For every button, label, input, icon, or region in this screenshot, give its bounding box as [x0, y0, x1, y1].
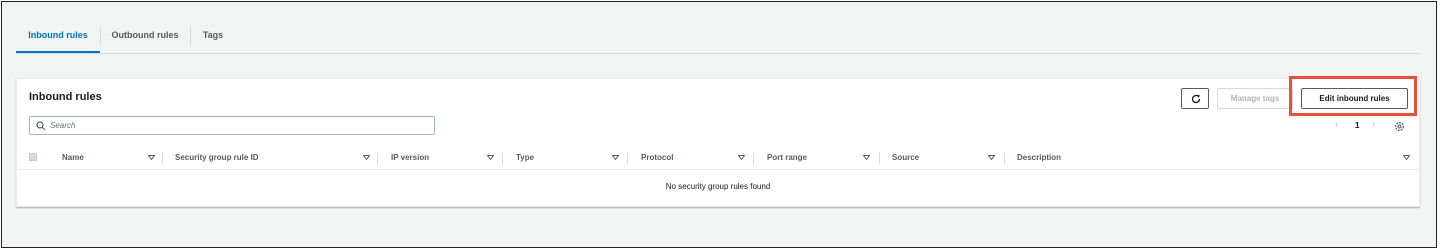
security-group-rules-view: Inbound rules Outbound rules Tags Inboun…: [1, 1, 1437, 248]
sort-icon[interactable]: [148, 155, 155, 160]
pagination-next-icon[interactable]: ›: [1372, 119, 1375, 130]
column-label: Name: [62, 153, 84, 162]
column-separator: [377, 152, 378, 164]
pagination-prev-icon[interactable]: ‹: [1335, 119, 1338, 130]
sort-icon[interactable]: [738, 155, 745, 160]
inbound-rules-panel: Inbound rules Manage tags Edit inbound r…: [16, 76, 1420, 207]
column-label: Source: [892, 153, 920, 162]
column-label: IP version: [391, 153, 430, 162]
sort-icon[interactable]: [1403, 155, 1410, 160]
column-header-protocol[interactable]: Protocol: [641, 147, 751, 169]
refresh-icon: [1191, 94, 1201, 104]
sort-icon[interactable]: [612, 155, 619, 160]
column-separator: [1004, 152, 1005, 164]
sort-icon[interactable]: [363, 155, 370, 160]
column-label: Type: [516, 153, 535, 162]
tab-bar: Inbound rules Outbound rules Tags: [16, 20, 1420, 54]
refresh-button[interactable]: [1181, 88, 1209, 109]
sort-icon[interactable]: [487, 155, 494, 160]
column-label: Description: [1017, 153, 1062, 162]
tab-tags[interactable]: Tags: [190, 20, 236, 53]
column-header-security-group-rule-id[interactable]: Security group rule ID: [175, 147, 375, 169]
column-separator: [162, 152, 163, 164]
table-header: Name Security group rule ID IP version T…: [17, 147, 1419, 170]
column-separator: [879, 152, 880, 164]
manage-tags-button[interactable]: Manage tags: [1217, 88, 1293, 109]
column-header-description[interactable]: Description: [1017, 147, 1412, 169]
sort-icon[interactable]: [863, 155, 870, 160]
tab-inbound-rules[interactable]: Inbound rules: [16, 20, 100, 53]
sort-icon[interactable]: [988, 155, 995, 160]
tab-outbound-rules[interactable]: Outbound rules: [100, 20, 190, 53]
search-box[interactable]: [29, 116, 435, 135]
select-all-checkbox[interactable]: [29, 153, 37, 161]
edit-inbound-rules-button[interactable]: Edit inbound rules: [1301, 88, 1408, 109]
column-separator: [753, 152, 754, 164]
pagination-current-page[interactable]: 1: [1355, 121, 1359, 130]
column-header-source[interactable]: Source: [892, 147, 1002, 169]
panel-title: Inbound rules: [29, 91, 102, 103]
search-icon: [36, 121, 46, 131]
column-header-ip-version[interactable]: IP version: [391, 147, 501, 169]
column-header-name[interactable]: Name: [62, 147, 162, 169]
column-separator: [502, 152, 503, 164]
search-input[interactable]: [50, 118, 430, 133]
gear-icon[interactable]: [1394, 121, 1405, 132]
column-header-port-range[interactable]: Port range: [767, 147, 877, 169]
column-label: Protocol: [641, 153, 674, 162]
column-label: Port range: [767, 153, 808, 162]
empty-table-message: No security group rules found: [665, 182, 771, 191]
column-separator: [627, 152, 628, 164]
column-header-type[interactable]: Type: [516, 147, 626, 169]
column-label: Security group rule ID: [175, 153, 259, 162]
